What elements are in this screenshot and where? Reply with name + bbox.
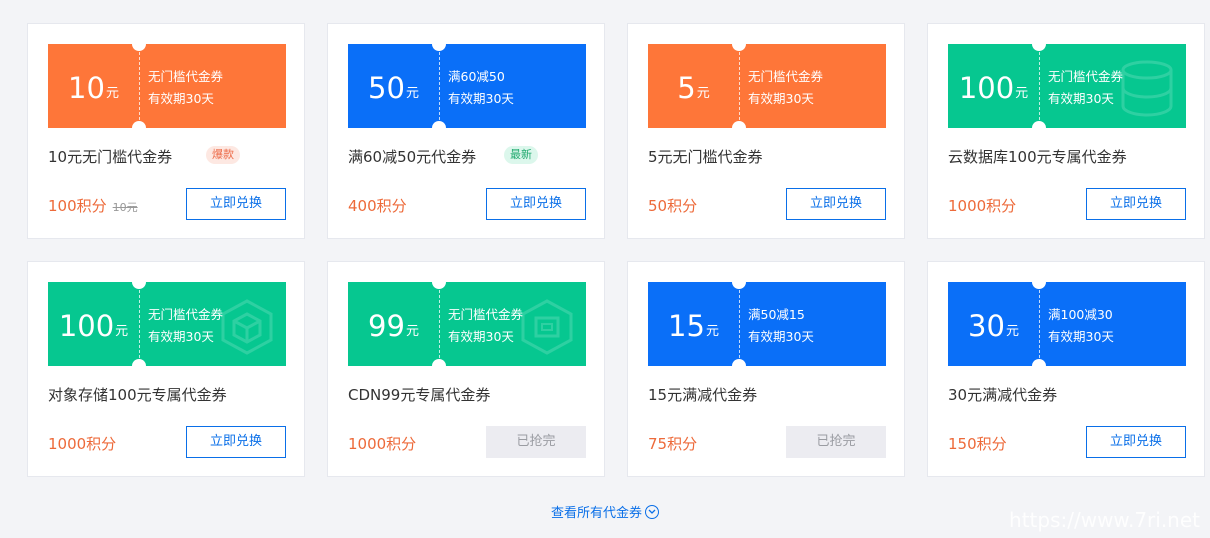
coupon-card: 50 元 满60减50 有效期30天 满60减50元代金券 最新 400积分 立即… <box>327 23 605 239</box>
coupon-name: 满60减50元代金券 <box>348 148 477 166</box>
coupon-price: 1000积分 <box>348 435 417 453</box>
coupon-name: 30元满减代金券 <box>948 386 1058 404</box>
coupon-name: 10元无门槛代金券 <box>48 148 173 166</box>
coupon-amount: 50 元 <box>368 70 419 105</box>
coupon-ticket: 99 元 无门槛代金券 有效期30天 <box>348 282 586 366</box>
coupon-amount: 10 元 <box>68 70 119 105</box>
coupon-price: 1000积分 <box>948 197 1017 215</box>
redeem-button[interactable]: 立即兑换 <box>786 188 886 220</box>
redeem-button[interactable]: 立即兑换 <box>186 188 286 220</box>
chevron-down-icon[interactable] <box>645 504 659 519</box>
coupon-name: CDN99元专属代金券 <box>348 386 491 404</box>
coupon-desc: 无门槛代金券 有效期30天 <box>448 307 524 344</box>
redeem-button[interactable]: 立即兑换 <box>1086 188 1186 220</box>
sold-out-button: 已抢完 <box>786 426 886 458</box>
coupon-ticket: 100 元 无门槛代金券 有效期30天 <box>48 282 286 366</box>
coupon-amount: 100 元 <box>58 308 129 343</box>
coupon-price: 75积分 <box>648 435 698 453</box>
database-icon <box>1121 60 1173 117</box>
coupon-ticket: 15 元 满50减15 有效期30天 <box>648 282 886 366</box>
cube-icon <box>221 299 273 355</box>
coupon-card: 100 元 无门槛代金券 有效期30天 云数据库100元专属代金券 1000积分 … <box>927 23 1205 239</box>
coupon-ticket: 5元 无门槛代金券 有效期30天 <box>648 44 886 128</box>
coupon-card: 30 元 满100减30 有效期30天 30元满减代金券 150积分 立即兑换 <box>927 261 1205 477</box>
coupon-name: 15元满减代金券 <box>648 386 758 404</box>
coupon-price: 400积分 <box>348 197 407 215</box>
coupon-amount: 5元 <box>677 70 710 105</box>
coupon-ticket: 30 元 满100减30 有效期30天 <box>948 282 1186 366</box>
hot-badge: 爆款 <box>206 146 240 164</box>
site-watermark: https://www.7ri.net <box>1009 508 1200 532</box>
coupon-name: 对象存储100元专属代金券 <box>48 386 227 404</box>
coupon-name: 5元无门槛代金券 <box>648 148 763 166</box>
coupon-name: 云数据库100元专属代金券 <box>948 148 1127 166</box>
coupon-desc: 满60减50 有效期30天 <box>448 69 514 106</box>
coupon-ticket: 10 元 无门槛代金券 有效期30天 <box>48 44 286 128</box>
coupon-card: 15 元 满50减15 有效期30天 15元满减代金券 75积分 已抢完 <box>627 261 905 477</box>
coupon-card: 100 元 无门槛代金券 有效期30天 对象存储100元专属代金券 1000积分 … <box>27 261 305 477</box>
view-all-label[interactable]: 查看所有代金券 <box>551 502 642 521</box>
coupon-ticket: 50 元 满60减50 有效期30天 <box>348 44 586 128</box>
coupon-desc: 无门槛代金券 有效期30天 <box>1048 69 1124 106</box>
original-price: 10元 <box>112 201 138 214</box>
network-icon <box>521 299 573 355</box>
coupon-card: 5元 无门槛代金券 有效期30天 5元无门槛代金券 50积分 立即兑换 <box>627 23 905 239</box>
coupon-desc: 无门槛代金券 有效期30天 <box>748 69 824 106</box>
coupon-card: 99 元 无门槛代金券 有效期30天 CDN99元专属代金券 1000积分 已抢完 <box>327 261 605 477</box>
new-badge: 最新 <box>504 146 538 164</box>
coupon-card: 10 元 无门槛代金券 有效期30天 10元无门槛代金券 爆款 100积分 10元 … <box>27 23 305 239</box>
coupon-desc: 无门槛代金券 有效期30天 <box>148 307 224 344</box>
coupon-price: 100积分 10元 <box>48 197 138 215</box>
redeem-button[interactable]: 立即兑换 <box>186 426 286 458</box>
coupon-price: 50积分 <box>648 197 698 215</box>
coupon-amount: 100 元 <box>958 70 1029 105</box>
coupon-amount: 99 元 <box>368 308 419 343</box>
coupon-grid: 10 元 无门槛代金券 有效期30天 10元无门槛代金券 爆款 100积分 10元 … <box>0 0 1210 538</box>
redeem-button[interactable]: 立即兑换 <box>1086 426 1186 458</box>
coupon-desc: 满100减30 有效期30天 <box>1048 307 1114 344</box>
coupon-desc: 无门槛代金券 有效期30天 <box>148 69 224 106</box>
coupon-ticket: 100 元 无门槛代金券 有效期30天 <box>948 44 1186 128</box>
sold-out-button: 已抢完 <box>486 426 586 458</box>
coupon-amount: 30 元 <box>968 308 1019 343</box>
coupon-desc: 满50减15 有效期30天 <box>748 307 814 344</box>
coupon-amount: 15 元 <box>668 308 719 343</box>
redeem-button[interactable]: 立即兑换 <box>486 188 586 220</box>
coupon-price: 150积分 <box>948 435 1007 453</box>
coupon-price: 1000积分 <box>48 435 117 453</box>
